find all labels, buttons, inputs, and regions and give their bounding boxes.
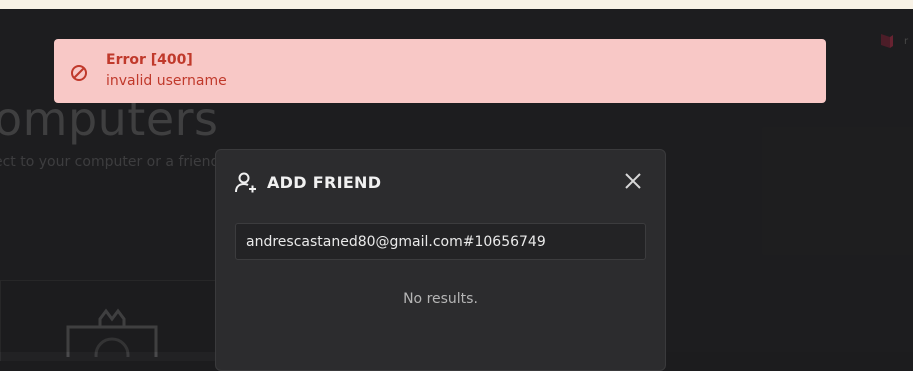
close-button[interactable] xyxy=(620,168,646,194)
add-user-icon xyxy=(235,172,256,193)
close-icon xyxy=(625,173,641,189)
error-message: invalid username xyxy=(106,73,227,89)
modal-title: ADD FRIEND xyxy=(267,173,382,192)
error-toast: Error [400] invalid username xyxy=(54,39,826,103)
error-title: Error [400] xyxy=(106,52,193,68)
no-results-text: No results. xyxy=(403,291,478,307)
add-friend-modal: ADD FRIEND No results. xyxy=(215,149,666,371)
friend-search-input[interactable] xyxy=(236,224,645,259)
friend-search-field[interactable] xyxy=(235,223,646,260)
prohibited-icon xyxy=(71,65,87,81)
top-banner-strip xyxy=(0,0,913,9)
